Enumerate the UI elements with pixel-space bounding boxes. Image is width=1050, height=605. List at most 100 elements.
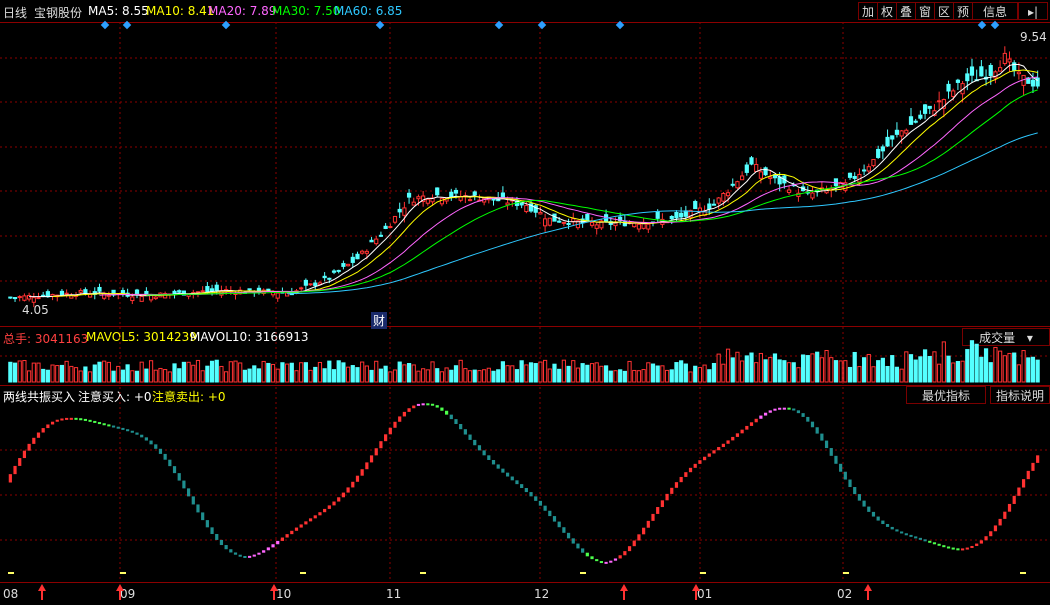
indicator-bar bbox=[665, 493, 669, 501]
indicator-bar bbox=[285, 534, 289, 538]
volume-bar bbox=[965, 349, 970, 383]
volume-bar bbox=[378, 368, 384, 383]
candle-body bbox=[636, 223, 642, 230]
indicator-bar bbox=[210, 527, 214, 534]
volume-bar bbox=[200, 370, 205, 383]
volume-bar bbox=[519, 360, 524, 383]
volume-bar bbox=[374, 360, 379, 383]
volume-bar bbox=[622, 370, 627, 383]
indicator-bar bbox=[731, 436, 735, 441]
indicator-bar bbox=[609, 560, 613, 563]
indicator-bar bbox=[135, 432, 139, 435]
volume-bar bbox=[59, 364, 65, 383]
candle-body bbox=[383, 225, 388, 229]
candle-body bbox=[31, 297, 36, 303]
candle-body bbox=[711, 203, 717, 206]
indicator-bar bbox=[778, 407, 782, 410]
indicator-bar bbox=[69, 417, 73, 420]
candle-body bbox=[411, 201, 416, 206]
indicator-bar bbox=[8, 474, 12, 483]
candle-body bbox=[716, 197, 721, 204]
indicator-bar bbox=[975, 543, 979, 546]
indicator-bar bbox=[13, 465, 17, 475]
volume-bar bbox=[163, 369, 168, 383]
indicator-bar bbox=[529, 492, 533, 497]
volume-bar bbox=[73, 367, 79, 383]
candle-body bbox=[59, 290, 65, 296]
volume-bar bbox=[177, 368, 182, 383]
volume-bar bbox=[106, 361, 111, 383]
indicator-bar bbox=[956, 548, 960, 551]
volume-bar bbox=[289, 362, 294, 383]
indicator-bar bbox=[510, 476, 514, 481]
indicator-bar bbox=[369, 455, 374, 463]
indicator-bar bbox=[585, 552, 589, 557]
indicator-bar bbox=[276, 540, 280, 545]
candle-body bbox=[758, 171, 763, 179]
indicator-bar bbox=[815, 427, 819, 434]
volume-bar bbox=[655, 365, 660, 383]
volume-bar bbox=[172, 363, 177, 383]
indicator-bar bbox=[904, 533, 908, 536]
indicator-bar bbox=[693, 463, 697, 468]
volume-bar bbox=[894, 366, 900, 383]
indicator-bar bbox=[79, 418, 83, 421]
indicator-bar bbox=[867, 506, 871, 512]
candle-body bbox=[538, 211, 543, 215]
event-diamond-icon bbox=[375, 20, 385, 30]
indicator-bar bbox=[163, 453, 167, 460]
indicator-bar bbox=[895, 529, 899, 532]
indicator-bar bbox=[140, 434, 144, 438]
candle-body bbox=[735, 181, 740, 189]
indicator-bar bbox=[961, 548, 965, 551]
volume-bar bbox=[411, 364, 416, 383]
indicator-bar bbox=[937, 543, 941, 546]
indicator-bar bbox=[829, 448, 833, 456]
volume-bar bbox=[904, 351, 909, 383]
candle-body bbox=[247, 288, 252, 291]
indicator-bar bbox=[416, 403, 421, 406]
volume-bar bbox=[664, 369, 670, 383]
candle-body bbox=[524, 204, 529, 213]
volume-bar bbox=[716, 353, 721, 383]
volume-bar bbox=[571, 360, 576, 383]
candle-body bbox=[655, 211, 660, 219]
candle-body bbox=[275, 292, 280, 299]
ma5-line bbox=[29, 63, 1038, 298]
volume-bar bbox=[646, 362, 651, 383]
candle-body bbox=[425, 198, 430, 204]
volume-bar bbox=[524, 364, 529, 383]
indicator-bar bbox=[412, 405, 416, 409]
indicator-bar bbox=[524, 488, 528, 493]
volume-bar bbox=[641, 369, 646, 383]
indicator-bar bbox=[581, 548, 585, 553]
candle-body bbox=[299, 287, 304, 290]
candle-body bbox=[768, 176, 773, 179]
signal-baseline-marker bbox=[843, 572, 849, 574]
candle-body bbox=[543, 218, 548, 227]
volume-bar bbox=[960, 360, 965, 383]
candle-body bbox=[847, 172, 853, 178]
candle-body bbox=[951, 90, 956, 97]
volume-bar bbox=[988, 362, 993, 383]
volume-bar bbox=[589, 363, 595, 383]
indicator-bar bbox=[698, 460, 702, 464]
indicator-bar bbox=[346, 487, 350, 493]
volume-bar bbox=[435, 368, 440, 383]
volume-bar bbox=[791, 362, 796, 383]
volume-bar bbox=[369, 369, 374, 383]
indicator-bar bbox=[876, 516, 880, 521]
candle-body bbox=[965, 73, 970, 82]
volume-bar bbox=[693, 365, 698, 383]
candle-body bbox=[345, 263, 351, 267]
indicator-bar bbox=[168, 459, 172, 467]
candle-body bbox=[500, 192, 505, 198]
candle-body bbox=[740, 175, 745, 181]
volume-bar bbox=[17, 360, 22, 383]
volume-bar bbox=[866, 353, 871, 383]
indicator-bar bbox=[468, 434, 472, 440]
volume-bar bbox=[824, 349, 829, 383]
volume-bar bbox=[772, 353, 778, 383]
candle-body bbox=[449, 191, 454, 198]
indicator-bar bbox=[759, 415, 763, 419]
